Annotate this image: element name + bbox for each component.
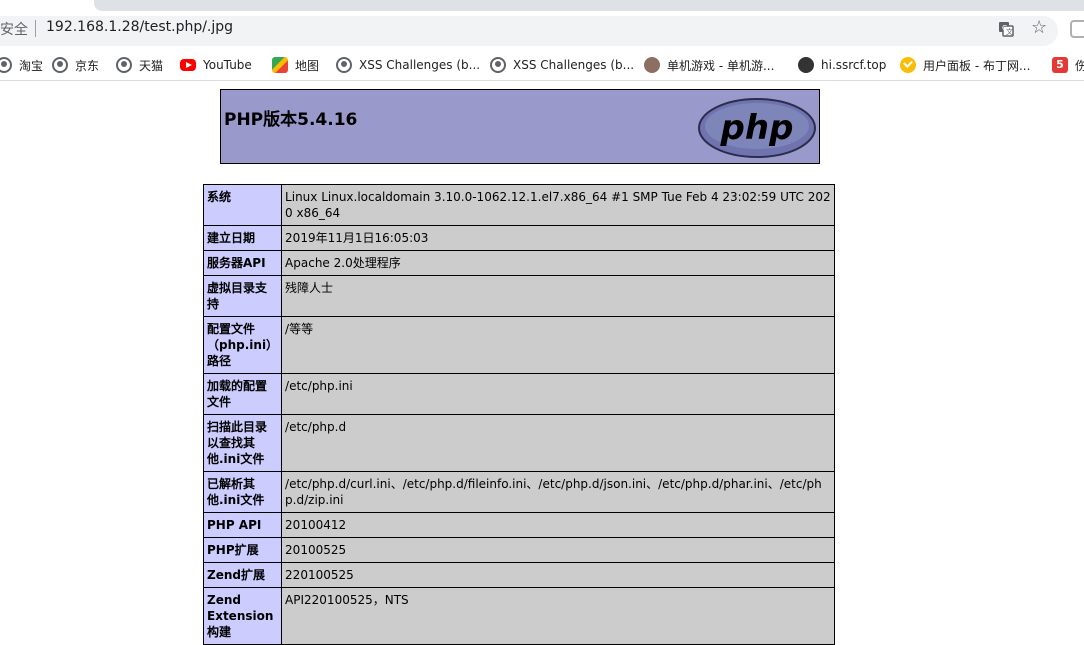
phpinfo-table: 系统 Linux Linux.localdomain 3.10.0-1062.1… xyxy=(202,184,835,645)
row-label: Zend扩展 xyxy=(202,562,283,588)
row-value: API220100525，NTS xyxy=(281,587,835,645)
table-row: PHP API 20100412 xyxy=(202,512,835,538)
table-row: 加载的配置文件 /etc/php.ini xyxy=(202,373,835,415)
tab-strip xyxy=(0,0,1084,12)
row-value: 2019年11月1日16:05:03 xyxy=(281,225,835,251)
translate-icon[interactable]: G 文 xyxy=(998,21,1014,37)
row-label: 建立日期 xyxy=(202,225,283,251)
bookmark-games[interactable]: 单机游戏 - 单机游... xyxy=(644,55,774,75)
row-label: PHP扩展 xyxy=(202,537,283,563)
row-value: Linux Linux.localdomain 3.10.0-1062.12.1… xyxy=(281,184,835,226)
bookmark-label: 地图 xyxy=(295,58,320,73)
bookmark-label: 淘宝 xyxy=(19,58,44,73)
table-row: 建立日期 2019年11月1日16:05:03 xyxy=(202,225,835,251)
table-row: Zend扩展 220100525 xyxy=(202,562,835,588)
table-row: 已解析其他.ini文件 /etc/php.d/curl.ini、/etc/php… xyxy=(202,471,835,513)
maps-icon xyxy=(272,57,288,73)
php-logo-text: php xyxy=(720,108,794,148)
row-label: 服务器API xyxy=(202,250,283,276)
bookmark-label: 天猫 xyxy=(139,58,164,73)
phpinfo-header: PHP版本5.4.16 php xyxy=(220,89,820,164)
globe-icon xyxy=(116,57,132,73)
row-label: 加载的配置文件 xyxy=(202,373,283,415)
table-row: Zend Extension 构建 API220100525，NTS xyxy=(202,587,835,645)
bookmark-label: 用户面板 - 布丁网... xyxy=(923,58,1031,73)
bookmark-label: 单机游戏 - 单机游... xyxy=(667,58,775,73)
svg-text:文: 文 xyxy=(1006,27,1013,36)
globe-icon xyxy=(52,57,68,73)
row-label: PHP API xyxy=(202,512,283,538)
address-separator xyxy=(35,20,36,37)
bookmark-tmall[interactable]: 天猫 xyxy=(116,55,163,75)
row-value: /etc/php.d/curl.ini、/etc/php.d/fileinfo.… xyxy=(281,471,835,513)
table-row: PHP扩展 20100525 xyxy=(202,537,835,563)
bookmark-label: 京东 xyxy=(75,58,100,73)
bookmark-label: XSS Challenges (b... xyxy=(513,58,635,72)
row-value: 20100525 xyxy=(281,537,835,563)
youtube-icon xyxy=(180,59,196,71)
security-label[interactable]: 安全 xyxy=(0,19,28,39)
row-value: 20100412 xyxy=(281,512,835,538)
row-label: 系统 xyxy=(202,184,283,226)
row-value: 残障人士 xyxy=(281,275,835,317)
bookmarks-bar: 淘宝 京东 天猫 YouTube 地图 XSS Challenges (b...… xyxy=(0,50,1084,81)
row-value: /etc/php.d xyxy=(281,414,835,472)
row-value: /etc/php.ini xyxy=(281,373,835,415)
table-row: 扫描此目录以查找其他.ini文件 /etc/php.d xyxy=(202,414,835,472)
bookmark-xss-1[interactable]: XSS Challenges (b... xyxy=(336,55,480,75)
row-label: Zend Extension 构建 xyxy=(202,587,283,645)
bookmark-overflow[interactable]: 5 伤 xyxy=(1052,55,1084,75)
table-row: 虚拟目录支持 残障人士 xyxy=(202,275,835,317)
extension-icon[interactable] xyxy=(1070,20,1084,38)
row-label: 扫描此目录以查找其他.ini文件 xyxy=(202,414,283,472)
bookmark-jd[interactable]: 京东 xyxy=(52,55,99,75)
bookmark-label: 伤 xyxy=(1075,58,1084,73)
ninja-icon xyxy=(798,57,814,73)
row-label: 已解析其他.ini文件 xyxy=(202,471,283,513)
table-row: 配置文件（php.ini）路径 /等等 xyxy=(202,316,835,374)
globe-icon xyxy=(490,57,506,73)
bookmark-maps[interactable]: 地图 xyxy=(272,55,319,75)
table-row: 服务器API Apache 2.0处理程序 xyxy=(202,250,835,276)
globe-icon xyxy=(0,57,12,73)
bookmark-user-panel[interactable]: 用户面板 - 布丁网... xyxy=(900,55,1030,75)
row-value: 220100525 xyxy=(281,562,835,588)
row-label: 配置文件（php.ini）路径 xyxy=(202,316,283,374)
bookmark-xss-2[interactable]: XSS Challenges (b... xyxy=(490,55,634,75)
bookmark-label: XSS Challenges (b... xyxy=(359,58,481,72)
row-label: 虚拟目录支持 xyxy=(202,275,283,317)
php-logo[interactable]: php xyxy=(697,97,817,159)
bookmark-label: YouTube xyxy=(203,58,252,72)
game-icon xyxy=(644,57,660,73)
bookmark-label: hi.ssrcf.top xyxy=(821,58,887,72)
check-icon xyxy=(900,57,916,73)
table-row: 系统 Linux Linux.localdomain 3.10.0-1062.1… xyxy=(202,184,835,226)
url-text[interactable]: 192.168.1.28/test.php/.jpg xyxy=(46,19,233,35)
bookmark-taobao[interactable]: 淘宝 xyxy=(0,55,43,75)
active-tab-edge[interactable] xyxy=(94,0,1084,11)
bookmark-youtube[interactable]: YouTube xyxy=(180,55,252,75)
php-version-title: PHP版本5.4.16 xyxy=(224,110,358,130)
bookmark-ssrcf[interactable]: hi.ssrcf.top xyxy=(798,55,886,75)
globe-icon xyxy=(336,57,352,73)
five-icon: 5 xyxy=(1052,57,1068,73)
row-value: /等等 xyxy=(281,316,835,374)
star-icon[interactable]: ☆ xyxy=(1031,19,1047,37)
row-value: Apache 2.0处理程序 xyxy=(281,250,835,276)
